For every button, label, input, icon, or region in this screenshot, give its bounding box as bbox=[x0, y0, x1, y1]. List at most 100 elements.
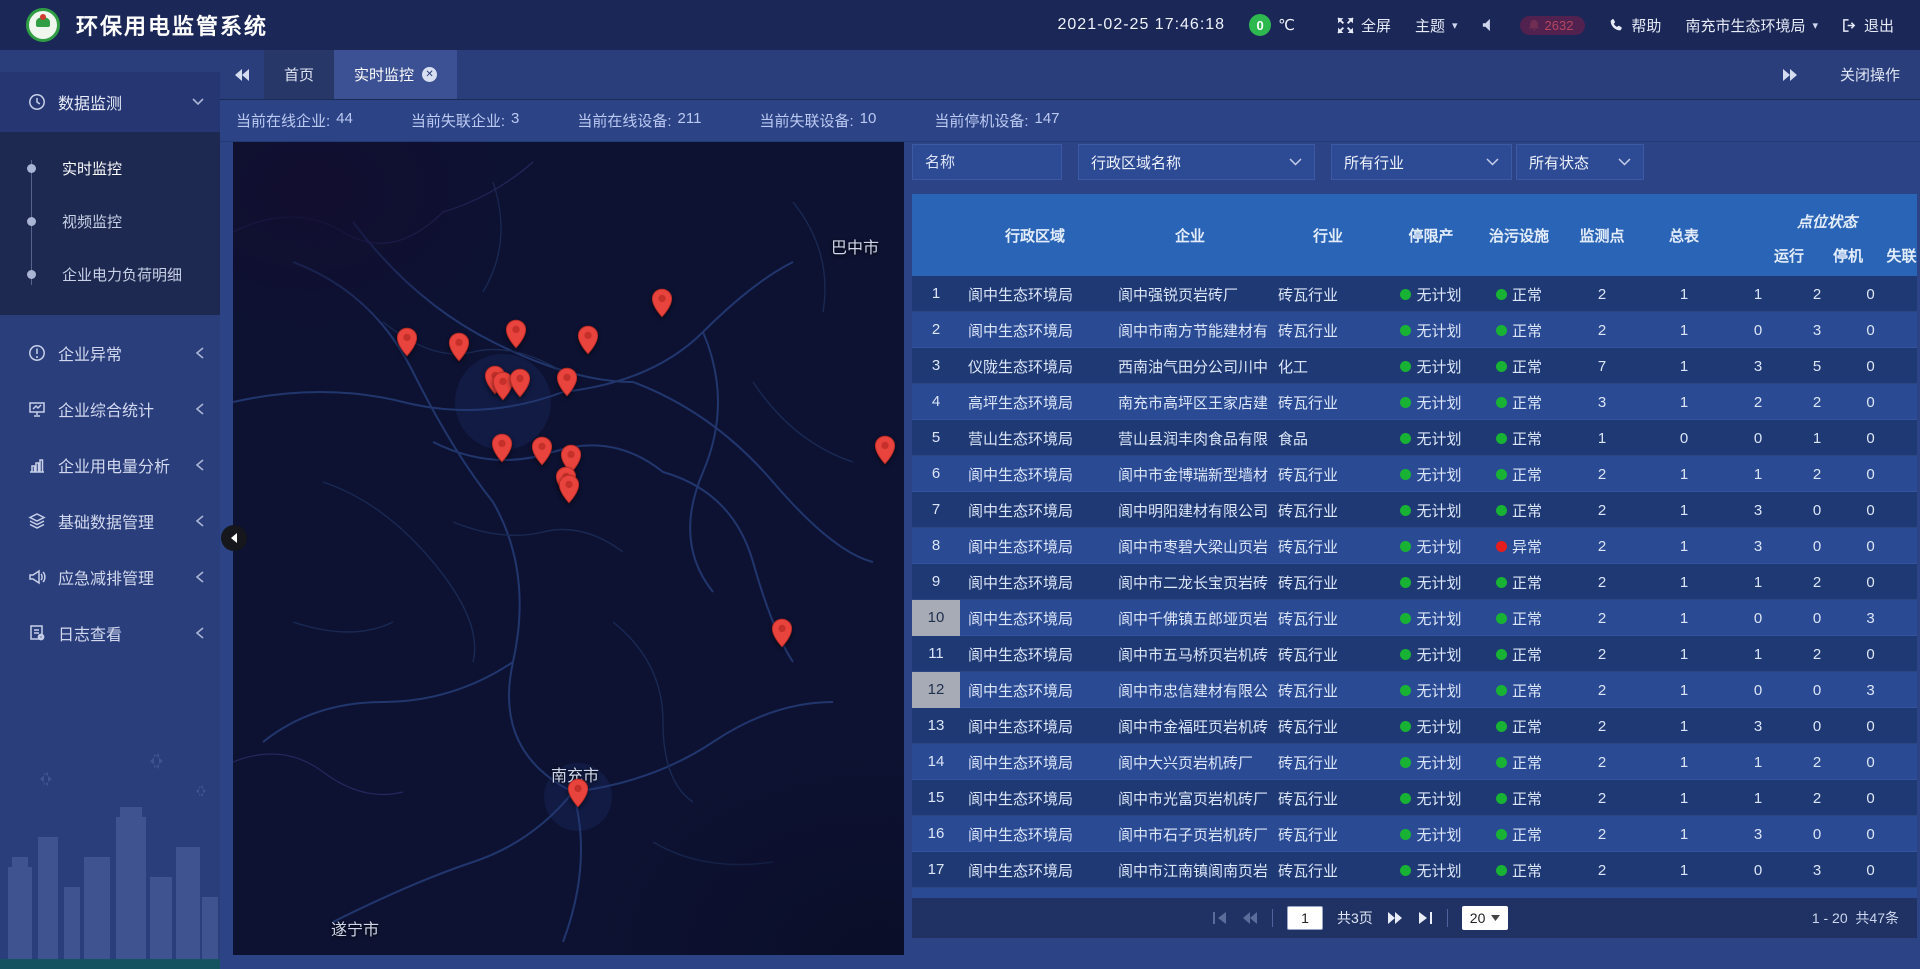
cell-stop-status: 无计划 bbox=[1386, 824, 1476, 845]
sidebar-item-enterprise-abnormal[interactable]: 企业异常 bbox=[0, 325, 220, 381]
notification-badge[interactable]: 2632 bbox=[1520, 16, 1586, 35]
chevron-left-icon bbox=[196, 459, 204, 471]
table-row[interactable]: 6 阆中生态环境局 阆中市金博瑞新型墙材 砖瓦行业 无计划 正常 2 1 1 bbox=[912, 456, 1917, 492]
table-row[interactable]: 12 阆中生态环境局 阆中市忠信建材有限公 砖瓦行业 无计划 正常 2 1 0 bbox=[912, 672, 1917, 708]
map-panel[interactable]: 巴中市 南充市 遂宁市 bbox=[233, 142, 904, 955]
table-row[interactable]: 15 阆中生态环境局 阆中市光富页岩机砖厂 砖瓦行业 无计划 正常 2 1 1 bbox=[912, 780, 1917, 816]
close-icon[interactable]: ✕ bbox=[422, 67, 437, 82]
cell-total: 1 bbox=[1642, 718, 1726, 735]
map-pin-icon[interactable] bbox=[558, 474, 580, 504]
cell-region: 阆中生态环境局 bbox=[960, 500, 1110, 521]
cell-halt: 2 bbox=[1790, 394, 1844, 411]
phone-icon bbox=[1609, 18, 1624, 33]
table-row[interactable]: 14 阆中生态环境局 阆中大兴页岩机砖厂 砖瓦行业 无计划 正常 2 1 1 bbox=[912, 744, 1917, 780]
tabs-scroll-left-button[interactable] bbox=[220, 50, 264, 99]
tab-home[interactable]: 首页 bbox=[264, 50, 334, 99]
map-pin-icon[interactable] bbox=[874, 435, 896, 465]
cell-halt: 2 bbox=[1790, 646, 1844, 663]
status-select[interactable]: 所有状态 bbox=[1516, 144, 1644, 180]
prev-page-button[interactable] bbox=[1242, 912, 1258, 924]
panel-collapse-button[interactable] bbox=[221, 525, 247, 551]
org-dropdown[interactable]: 南充市生态环境局▾ bbox=[1685, 15, 1818, 36]
status-dot-icon bbox=[1496, 793, 1507, 804]
table-row[interactable]: 2 阆中生态环境局 阆中市南方节能建材有 砖瓦行业 无计划 正常 2 1 0 bbox=[912, 312, 1917, 348]
stat-value: 147 bbox=[1035, 110, 1060, 131]
table-row[interactable]: 8 阆中生态环境局 阆中市枣碧大梁山页岩 砖瓦行业 无计划 异常 2 1 3 bbox=[912, 528, 1917, 564]
region-select[interactable]: 行政区域名称 bbox=[1078, 144, 1315, 180]
name-search-input[interactable] bbox=[912, 144, 1062, 180]
cell-stop-status: 无计划 bbox=[1386, 752, 1476, 773]
sidebar-item-realtime-monitoring[interactable]: 实时监控 bbox=[0, 142, 220, 195]
logout-button[interactable]: 退出 bbox=[1842, 15, 1894, 36]
stat-value: 3 bbox=[511, 110, 519, 131]
table-row[interactable]: 17 阆中生态环境局 阆中市江南镇阆南页岩 砖瓦行业 无计划 正常 2 1 0 bbox=[912, 852, 1917, 888]
table-row[interactable]: 3 仪陇生态环境局 西南油气田分公司川中 化工 无计划 正常 7 1 3 bbox=[912, 348, 1917, 384]
table-row[interactable]: 5 营山生态环境局 营山县润丰肉食品有限 食品 无计划 正常 1 0 0 bbox=[912, 420, 1917, 456]
cell-region: 阆中生态环境局 bbox=[960, 320, 1110, 341]
cell-facility-status: 正常 bbox=[1476, 428, 1562, 449]
cell-industry: 砖瓦行业 bbox=[1270, 680, 1386, 701]
theme-dropdown[interactable]: 主题▾ bbox=[1415, 15, 1458, 36]
close-operations-button[interactable]: 关闭操作 bbox=[1840, 64, 1900, 85]
sidebar-item-log-view[interactable]: 日志查看 bbox=[0, 605, 220, 661]
bell-icon bbox=[1528, 19, 1540, 32]
map-pin-icon[interactable] bbox=[448, 332, 470, 362]
map-pin-icon[interactable] bbox=[505, 319, 527, 349]
table-row[interactable]: 10 阆中生态环境局 阆中千佛镇五郎垭页岩 砖瓦行业 无计划 正常 2 1 0 bbox=[912, 600, 1917, 636]
cell-halt: 2 bbox=[1790, 790, 1844, 807]
map-pin-icon[interactable] bbox=[531, 436, 553, 466]
map-pin-icon[interactable] bbox=[651, 288, 673, 318]
tab-realtime-monitoring[interactable]: 实时监控 ✕ bbox=[334, 50, 457, 99]
first-page-button[interactable] bbox=[1212, 912, 1228, 924]
cell-run: 0 bbox=[1726, 862, 1790, 879]
chevron-left-icon bbox=[196, 571, 204, 583]
map-pin-icon[interactable] bbox=[396, 327, 418, 357]
map-pin-icon[interactable] bbox=[556, 367, 578, 397]
sidebar-item-emergency-reduction[interactable]: 应急减排管理 bbox=[0, 549, 220, 605]
table-row[interactable]: 1 阆中生态环境局 阆中强锐页岩砖厂 砖瓦行业 无计划 正常 2 1 1 bbox=[912, 276, 1917, 312]
content-area: 巴中市 南充市 遂宁市 bbox=[220, 142, 1920, 969]
map-pin-icon[interactable] bbox=[771, 618, 793, 648]
bar-chart-icon bbox=[28, 456, 46, 474]
sidebar-item-enterprise-statistics[interactable]: 企业综合统计 bbox=[0, 381, 220, 437]
sidebar-item-base-data[interactable]: 基础数据管理 bbox=[0, 493, 220, 549]
sidebar-item-power-load-detail[interactable]: 企业电力负荷明细 bbox=[0, 248, 220, 301]
cell-industry: 砖瓦行业 bbox=[1270, 536, 1386, 557]
fullscreen-button[interactable]: 全屏 bbox=[1337, 15, 1391, 36]
map-pin-icon[interactable] bbox=[567, 778, 589, 808]
col-header-stop: 停限产 bbox=[1386, 225, 1476, 246]
industry-select[interactable]: 所有行业 bbox=[1331, 144, 1512, 180]
map-pin-icon[interactable] bbox=[491, 433, 513, 463]
cell-total: 1 bbox=[1642, 358, 1726, 375]
cell-halt: 2 bbox=[1790, 466, 1844, 483]
page-size-select[interactable]: 20 bbox=[1462, 906, 1509, 930]
table-row[interactable]: 4 高坪生态环境局 南充市高坪区王家店建 砖瓦行业 无计划 正常 3 1 2 bbox=[912, 384, 1917, 420]
sidebar-item-video-monitoring[interactable]: 视频监控 bbox=[0, 195, 220, 248]
next-page-button[interactable] bbox=[1387, 912, 1403, 924]
status-dot-icon bbox=[1400, 649, 1411, 660]
map-pin-icon[interactable] bbox=[577, 325, 599, 355]
sidebar-item-power-analysis[interactable]: 企业用电量分析 bbox=[0, 437, 220, 493]
cell-industry: 食品 bbox=[1270, 428, 1386, 449]
sidebar-bottom-strip bbox=[0, 959, 220, 969]
table-row[interactable]: 9 阆中生态环境局 阆中市二龙长宝页岩砖 砖瓦行业 无计划 正常 2 1 1 bbox=[912, 564, 1917, 600]
tabs-scroll-right-button[interactable] bbox=[1782, 69, 1798, 81]
last-page-button[interactable] bbox=[1417, 912, 1433, 924]
cell-company: 阆中市金博瑞新型墙材 bbox=[1110, 464, 1270, 485]
page-number-input[interactable] bbox=[1287, 906, 1323, 930]
table-row[interactable]: 16 阆中生态环境局 阆中市石子页岩机砖厂 砖瓦行业 无计划 正常 2 1 3 bbox=[912, 816, 1917, 852]
cell-lost: 0 bbox=[1844, 466, 1897, 483]
table-row[interactable]: 7 阆中生态环境局 阆中明阳建材有限公司 砖瓦行业 无计划 正常 2 1 3 bbox=[912, 492, 1917, 528]
mute-button[interactable] bbox=[1482, 18, 1496, 32]
table-row[interactable]: 18 南部生态环境局 南部县建兴页岩机砖有 砖瓦行业 无计划 正常 2 1 0 bbox=[912, 888, 1917, 898]
table-row[interactable]: 13 阆中生态环境局 阆中市金福旺页岩机砖 砖瓦行业 无计划 正常 2 1 3 bbox=[912, 708, 1917, 744]
map-pin-icon[interactable] bbox=[509, 368, 531, 398]
help-button[interactable]: 帮助 bbox=[1609, 15, 1661, 36]
exclamation-circle-icon bbox=[28, 344, 46, 362]
table-row[interactable]: 11 阆中生态环境局 阆中市五马桥页岩机砖 砖瓦行业 无计划 正常 2 1 1 bbox=[912, 636, 1917, 672]
sidebar-section-data-monitoring[interactable]: 数据监测 bbox=[0, 72, 220, 132]
cell-company: 西南油气田分公司川中 bbox=[1110, 356, 1270, 377]
cell-industry: 砖瓦行业 bbox=[1270, 572, 1386, 593]
status-dot-icon bbox=[1496, 289, 1507, 300]
cell-total: 1 bbox=[1642, 466, 1726, 483]
